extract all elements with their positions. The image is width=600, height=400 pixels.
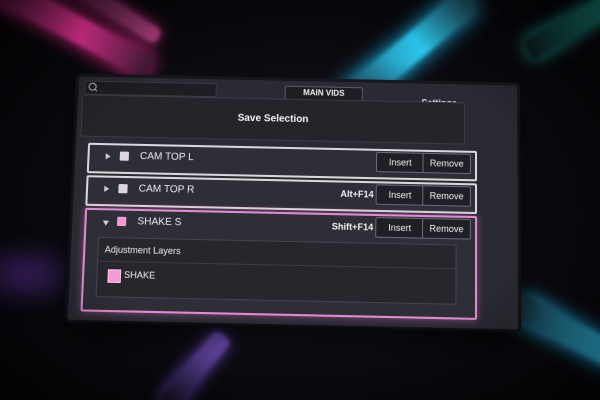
neon-streak-teal <box>523 0 600 61</box>
remove-button[interactable]: Remove <box>422 185 471 206</box>
insert-button[interactable]: Insert <box>375 217 424 239</box>
shortcut-label: Alt+F14 <box>340 183 374 206</box>
preset-label: CAM TOP L <box>140 146 195 169</box>
neon-glow-purple <box>0 250 70 300</box>
adjustment-layer-swatch[interactable] <box>107 269 121 283</box>
presets-panel: MAIN VIDS Settings Save Selection CAM TO… <box>67 75 520 330</box>
adjustment-layers-heading: Adjustment Layers <box>104 244 180 256</box>
preset-label: CAM TOP R <box>138 178 194 202</box>
neon-streak-cyan-2 <box>511 293 600 372</box>
shortcut-label: Shift+F14 <box>332 215 374 239</box>
preset-label: SHAKE S <box>137 211 182 235</box>
expand-arrow-icon[interactable] <box>104 186 109 192</box>
screen: MAIN VIDS Settings Save Selection CAM TO… <box>0 0 600 400</box>
search-icon <box>88 83 96 91</box>
color-swatch <box>117 217 127 226</box>
expand-arrow-icon[interactable] <box>106 153 111 159</box>
adjustment-layer-label[interactable]: SHAKE <box>124 267 156 282</box>
insert-button[interactable]: Insert <box>376 184 425 205</box>
neon-streak-purple <box>158 329 231 400</box>
color-swatch <box>118 184 127 193</box>
remove-button[interactable]: Remove <box>422 218 471 240</box>
color-swatch <box>120 152 129 161</box>
remove-button[interactable]: Remove <box>422 153 471 174</box>
search-input[interactable] <box>99 82 210 96</box>
save-selection-button[interactable]: Save Selection <box>80 94 465 144</box>
collapse-arrow-icon[interactable] <box>103 221 109 226</box>
adjustment-layers-box: Adjustment Layers SHAKE <box>95 237 456 305</box>
insert-button[interactable]: Insert <box>376 152 425 173</box>
preset-row-shake-s[interactable]: SHAKE S Shift+F14 Insert Remove Adjustme… <box>80 208 477 320</box>
